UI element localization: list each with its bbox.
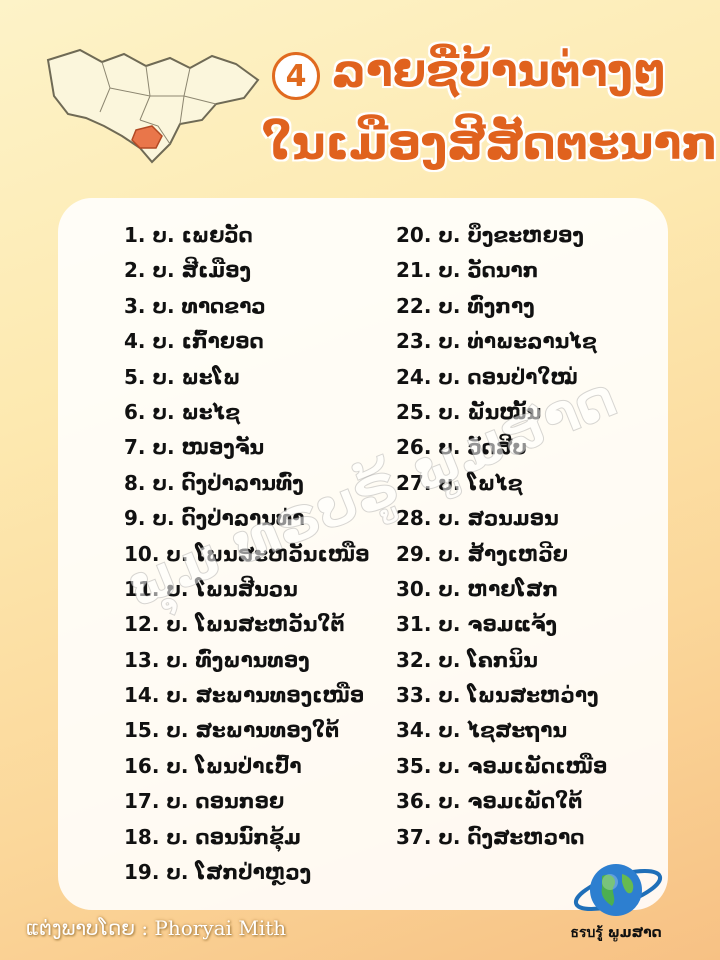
footer-credit: ແຕ່ງພາບໂດຍ : Phoryai Mith <box>26 916 287 940</box>
logo-label: ธรบรู้ ພູມສາດ <box>570 925 662 941</box>
list-item: 31. ບ. ຈອມແຈ້ງ <box>396 612 557 637</box>
list-item: 36. ບ. ຈອມເພັດໃຕ້ <box>396 789 583 814</box>
village-list-right: 20. ບ. ບຶງຂະຫຍອງ 21. ບ. ວັດນາກ 22. ບ. ທົ… <box>396 218 607 855</box>
list-item: 21. ບ. ວັດນາກ <box>396 258 539 283</box>
list-item: 17. ບ. ດອນກອຍ <box>124 789 285 814</box>
list-item: 30. ບ. ຫາຍໂສກ <box>396 576 559 601</box>
title-number-badge: 4 <box>272 52 320 100</box>
list-item: 37. ບ. ດົງສະຫວາດ <box>396 824 585 849</box>
list-item: 3. ບ. ທາດຂາວ <box>124 293 266 318</box>
list-item: 12. ບ. ໂພນສະຫວັນໃຕ້ <box>124 612 345 637</box>
list-item: 18. ບ. ດອນນົກຂຸ້ມ <box>124 824 301 849</box>
list-item: 6. ບ. ພະໄຊ <box>124 399 241 424</box>
list-item: 19. ບ. ໂສກປ່າຫຼວງ <box>124 860 312 885</box>
list-item: 29. ບ. ສ້າງເຫວີຍ <box>396 541 569 566</box>
list-item: 5. ບ. ພະໂພ <box>124 364 241 389</box>
list-item: 28. ບ. ສວນມອນ <box>396 506 559 531</box>
list-item: 1. ບ. ເພຍວັດ <box>124 223 253 247</box>
list-item: 4. ບ. ເກົ້າຍອດ <box>124 329 264 354</box>
list-item: 35. ບ. ຈອມເພັດເໜືອ <box>396 753 608 778</box>
list-item: 34. ບ. ໄຊສະຖານ <box>396 718 568 743</box>
list-item: 22. ບ. ທົ່ງກາງ <box>396 293 535 318</box>
district-map-icon <box>46 48 260 164</box>
list-item: 7. ບ. ໜອງຈັນ <box>124 435 265 460</box>
list-item: 23. ບ. ທ່າພະລານໄຊ <box>396 329 597 354</box>
list-item: 15. ບ. ສະພານທອງໃຕ້ <box>124 718 340 743</box>
list-item: 13. ບ. ທົ່ງພານທອງ <box>124 647 310 672</box>
list-item: 20. ບ. ບຶງຂະຫຍອງ <box>396 223 584 247</box>
list-item: 33. ບ. ໂພນສະຫວ່າງ <box>396 683 599 708</box>
title-line-1: ລາຍຊື່ບ້ານຕ່າງໆ <box>332 46 667 97</box>
header: 4 ລາຍຊື່ບ້ານຕ່າງໆ ໃນເມືອງສີສັດຕະນາກ <box>0 0 720 200</box>
title-line-2: ໃນເມືອງສີສັດຕະນາກ <box>262 116 718 170</box>
list-item: 16. ບ. ໂພນປ່າເປົ້າ <box>124 753 302 778</box>
list-item: 14. ບ. ສະພານທອງເໜືອ <box>124 683 365 708</box>
list-item: 2. ບ. ສີເມືອງ <box>124 258 252 283</box>
list-item: 32. ບ. ໂຄກນິນ <box>396 647 538 672</box>
